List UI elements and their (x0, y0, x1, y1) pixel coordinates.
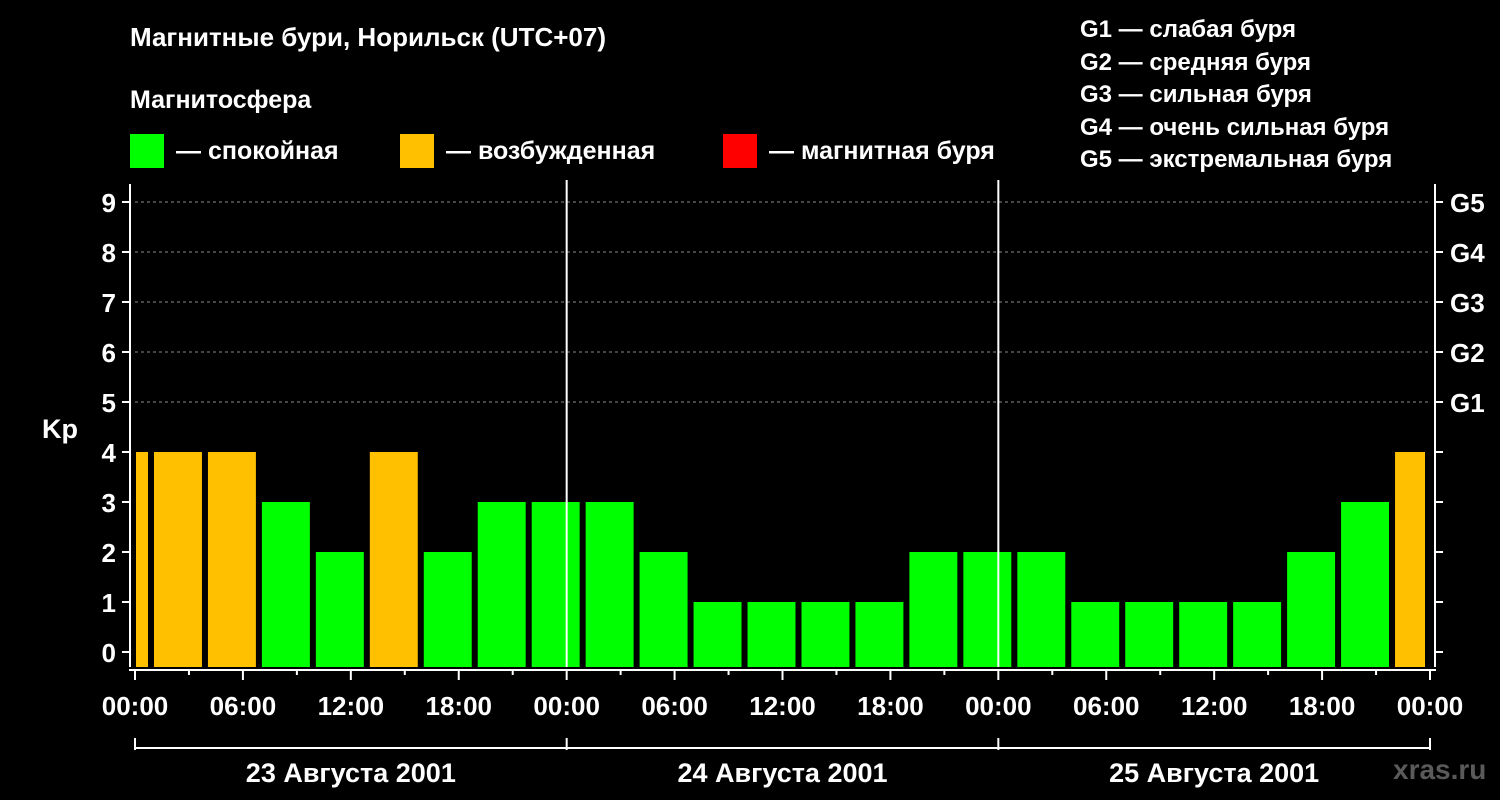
y-tick-label: 4 (102, 438, 117, 468)
kp-bar (747, 602, 796, 667)
y-tick-label: 0 (102, 638, 116, 668)
kp-bar (1395, 452, 1425, 667)
x-tick-label: 00:00 (965, 691, 1032, 721)
day-label: 25 Августа 2001 (1109, 758, 1319, 788)
x-tick-label: 18:00 (426, 691, 493, 721)
y-tick-label: 6 (102, 338, 116, 368)
x-tick-label: 12:00 (318, 691, 385, 721)
g-level-label: G5 (1450, 188, 1485, 218)
x-tick-label: 06:00 (1073, 691, 1140, 721)
g-level-label: G1 (1450, 388, 1485, 418)
kp-bar (1179, 602, 1228, 667)
kp-bar (1017, 552, 1066, 667)
g-level-label: G2 (1450, 338, 1485, 368)
day-label: 23 Августа 2001 (246, 758, 456, 788)
y-tick-label: 8 (102, 238, 116, 268)
kp-bar (207, 452, 256, 667)
kp-bar (909, 552, 958, 667)
x-tick-label: 18:00 (857, 691, 924, 721)
kp-bar (531, 502, 580, 667)
x-tick-label: 06:00 (641, 691, 708, 721)
x-tick-label: 00:00 (1397, 691, 1464, 721)
kp-bar (1341, 502, 1390, 667)
kp-bar (153, 452, 202, 667)
kp-bar (639, 552, 688, 667)
day-label: 24 Августа 2001 (677, 758, 887, 788)
kp-bar (423, 552, 472, 667)
kp-bar (1233, 602, 1282, 667)
kp-bar (585, 502, 634, 667)
y-axis-label: Kp (42, 414, 78, 444)
kp-chart: 0 1 2 3 4 5 6 7 8 9 G1 G2 G3 G4 G5 Kp 00:00 06:00 12:00 18:… (42, 180, 1485, 788)
y-tick-label: 3 (102, 488, 116, 518)
kp-bar (1071, 602, 1120, 667)
kp-bar (963, 552, 1012, 667)
x-tick-label: 12:00 (749, 691, 816, 721)
y-tick-label: 5 (102, 388, 116, 418)
x-tick-label: 06:00 (210, 691, 277, 721)
g-level-label: G3 (1450, 288, 1485, 318)
kp-bar (693, 602, 742, 667)
g-level-label: G4 (1450, 238, 1485, 268)
kp-bar (855, 602, 904, 667)
watermark: xras.ru (1393, 754, 1487, 785)
x-tick-label: 18:00 (1289, 691, 1356, 721)
kp-bar (261, 502, 310, 667)
x-tick-label: 00:00 (533, 691, 600, 721)
kp-bar (1287, 552, 1336, 667)
y-tick-label: 7 (102, 288, 116, 318)
y-tick-label: 9 (102, 188, 116, 218)
kp-bar (369, 452, 418, 667)
kp-bar (136, 452, 148, 667)
kp-bar (801, 602, 850, 667)
y-tick-label: 2 (102, 538, 116, 568)
y-tick-label: 1 (102, 588, 116, 618)
kp-bar (477, 502, 526, 667)
x-tick-label: 00:00 (102, 691, 169, 721)
kp-bar (315, 552, 364, 667)
x-tick-label: 12:00 (1181, 691, 1248, 721)
kp-bar (1125, 602, 1174, 667)
